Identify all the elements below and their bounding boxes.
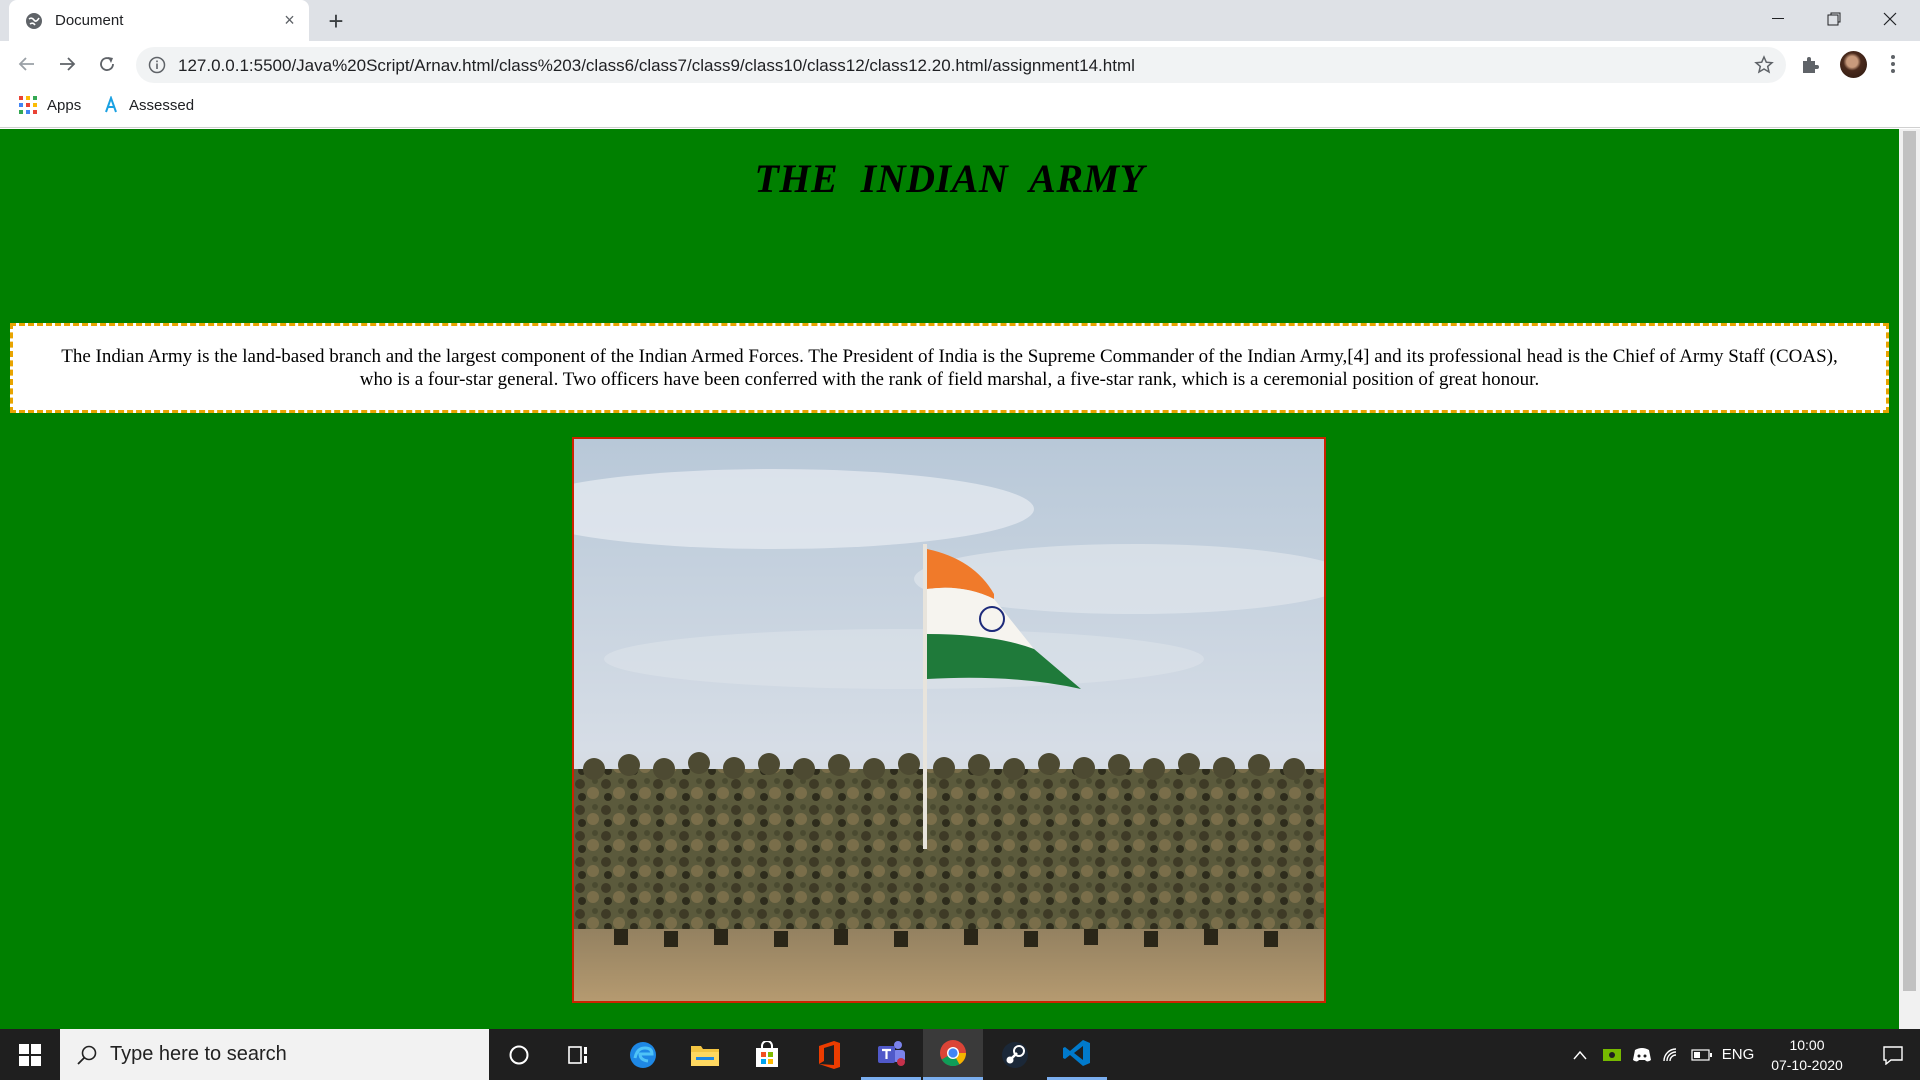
vscode-icon [1063, 1040, 1090, 1066]
back-button[interactable] [10, 47, 44, 81]
army-photo [572, 437, 1326, 1003]
back-arrow-icon [18, 57, 34, 71]
nvidia-icon [1603, 1048, 1621, 1061]
bookmark-assessed[interactable]: Assessed [103, 96, 194, 114]
taskbar: Type here to search ENG 10:00 07-10-2020 [0, 1029, 1920, 1080]
battery-icon [1691, 1048, 1712, 1061]
kebab-menu-icon[interactable] [1887, 53, 1899, 75]
close-window-button[interactable] [1862, 0, 1918, 38]
teams-button[interactable] [861, 1029, 921, 1080]
search-icon [77, 1045, 97, 1065]
teams-icon [878, 1041, 905, 1066]
paragraph-line: The Indian Army is the land-based branch… [61, 346, 1838, 367]
globe-icon [26, 13, 42, 29]
discord-icon [1633, 1047, 1651, 1061]
language-label: ENG [1721, 1046, 1755, 1063]
page-heading: THE INDIAN ARMY [754, 156, 1145, 201]
notification-icon [1883, 1045, 1903, 1065]
taskbar-clock[interactable]: 10:00 07-10-2020 [1757, 1035, 1857, 1075]
army-flag-illustration [574, 439, 1324, 1001]
tray-overflow[interactable] [1570, 1029, 1590, 1080]
language-indicator[interactable]: ENG [1718, 1029, 1758, 1080]
chevron-up-icon [1573, 1050, 1587, 1059]
office-icon [819, 1040, 840, 1069]
windows-logo-icon [19, 1043, 41, 1066]
tab-title: Document [55, 12, 124, 29]
apps-grid-icon [19, 96, 37, 114]
page-content: THE INDIAN ARMY The Indian Army is the l… [0, 129, 1899, 1029]
bookmark-apps[interactable]: Apps [19, 96, 81, 114]
chrome-icon [940, 1040, 967, 1067]
edge-button[interactable] [613, 1029, 673, 1080]
steam-button[interactable] [985, 1029, 1045, 1080]
office-button[interactable] [799, 1029, 859, 1080]
taskbar-search[interactable]: Type here to search [60, 1029, 489, 1080]
page-scrollbar[interactable] [1899, 129, 1920, 1029]
minimize-icon [1772, 18, 1784, 19]
url-text: 127.0.0.1:5500/Java%20Script/Arnav.html/… [178, 56, 1135, 75]
extensions-puzzle-icon[interactable] [1800, 55, 1820, 75]
search-placeholder: Type here to search [110, 1043, 287, 1065]
notification-center[interactable] [1866, 1029, 1920, 1080]
scrollbar-thumb[interactable] [1903, 131, 1916, 991]
discord-tray[interactable] [1630, 1029, 1654, 1080]
tab-strip: Document × + [0, 0, 1920, 41]
close-icon [1883, 12, 1897, 26]
start-button[interactable] [0, 1029, 60, 1080]
bookmark-star-icon[interactable] [1754, 55, 1774, 75]
assessed-icon [105, 96, 117, 113]
steam-icon [1002, 1041, 1028, 1068]
info-icon[interactable] [148, 56, 166, 74]
bookmark-label: Assessed [129, 96, 195, 114]
bookmark-label: Apps [47, 96, 82, 114]
clock-date: 07-10-2020 [1771, 1057, 1843, 1073]
file-explorer-icon [691, 1045, 719, 1066]
store-icon [756, 1040, 778, 1067]
restore-button[interactable] [1806, 0, 1862, 38]
file-explorer-button[interactable] [675, 1029, 735, 1080]
wifi-tray[interactable] [1660, 1029, 1684, 1080]
browser-tab[interactable]: Document × [9, 0, 309, 41]
vscode-button[interactable] [1047, 1029, 1107, 1080]
paragraph-line: who is a four-star general. Two officers… [359, 369, 1540, 390]
wifi-icon [1663, 1047, 1677, 1061]
battery-tray[interactable] [1690, 1029, 1714, 1080]
address-bar[interactable]: 127.0.0.1:5500/Java%20Script/Arnav.html/… [136, 47, 1786, 83]
edge-icon [630, 1041, 656, 1068]
task-view-button[interactable] [549, 1029, 609, 1080]
cortana-icon [509, 1045, 529, 1064]
chrome-button[interactable] [923, 1029, 983, 1080]
new-tab-button[interactable]: + [322, 8, 350, 36]
profile-avatar[interactable] [1840, 51, 1867, 78]
reload-icon [100, 57, 114, 71]
nvidia-tray[interactable] [1600, 1029, 1624, 1080]
minimize-button[interactable] [1750, 0, 1806, 38]
reload-button[interactable] [90, 47, 124, 81]
clock-time: 10:00 [1789, 1037, 1825, 1053]
store-button[interactable] [737, 1029, 797, 1080]
close-tab-icon[interactable]: × [281, 11, 298, 29]
forward-arrow-icon [60, 57, 76, 71]
restore-icon [1827, 12, 1841, 26]
bookmarks-bar: Apps Assessed [0, 88, 1920, 128]
task-view-icon [568, 1045, 587, 1064]
cortana-button[interactable] [489, 1029, 549, 1080]
browser-toolbar: 127.0.0.1:5500/Java%20Script/Arnav.html/… [0, 41, 1920, 88]
forward-button[interactable] [50, 47, 84, 81]
info-paragraph: The Indian Army is the land-based branch… [10, 323, 1889, 413]
